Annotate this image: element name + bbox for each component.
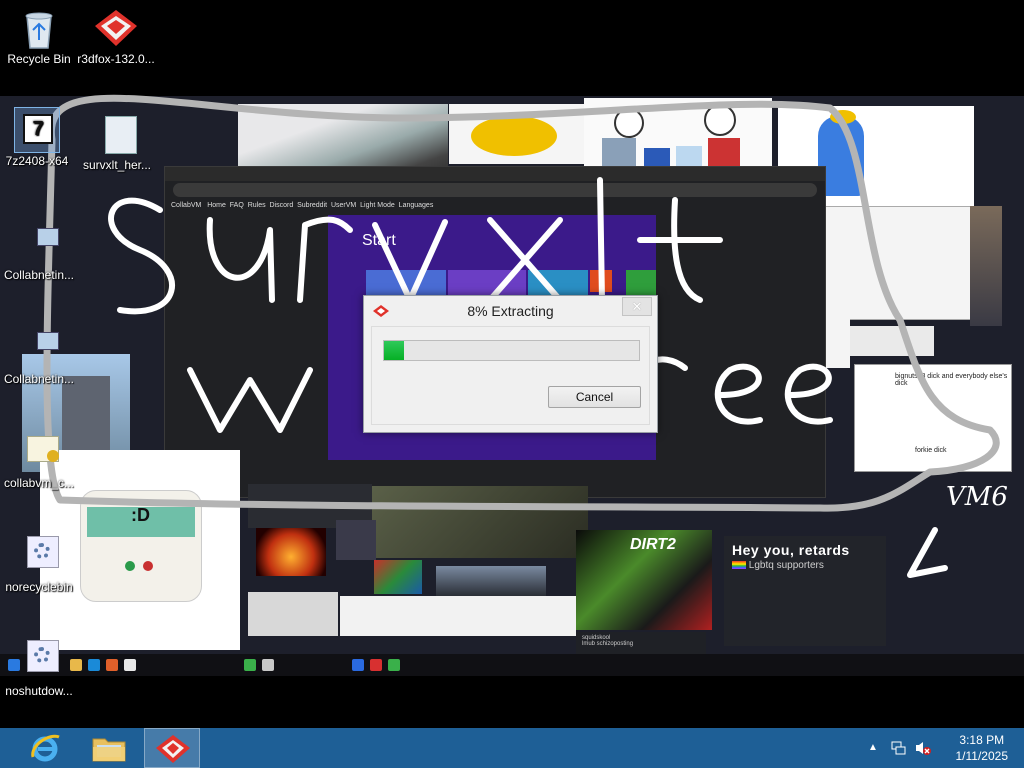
chat-message-text: lmub schizoposting: [582, 641, 634, 647]
calendar-tile: [448, 270, 526, 298]
parrot-image: [374, 560, 422, 594]
inner-app-icon: [352, 659, 364, 671]
wallpaper-icon-norecyclebin: norecyclebin: [0, 534, 79, 594]
progress-fill: [384, 341, 405, 360]
clock-time: 3:18 PM: [959, 733, 1005, 747]
menu-item-subreddit: Subreddit: [297, 202, 328, 209]
taskbar-internet-explorer-button[interactable]: [20, 728, 70, 768]
clock-date: 1/11/2025: [955, 749, 1009, 763]
poster-heading: Hey you, retards: [732, 542, 850, 558]
volume-muted-icon[interactable]: [914, 740, 932, 761]
folder-icon: [92, 738, 126, 762]
dialog-title: 8% Extracting: [467, 303, 554, 319]
rainbow-flag-icon: [732, 561, 746, 570]
poster-card: Hey you, retards Lgbtq supporters: [724, 536, 886, 646]
dirt2-game-cover-image: DIRT2: [576, 530, 712, 630]
taskbar-clock[interactable]: 3:18 PM 1/11/2025: [956, 732, 1009, 764]
inner-browser-address-bar: [173, 183, 817, 197]
phones-image: [248, 592, 338, 636]
7zip-icon: 7: [14, 107, 60, 153]
taskbar-file-explorer-button[interactable]: [84, 728, 134, 768]
wallpaper-icon-noshutdown: noshutdow...: [0, 638, 79, 698]
wallpaper-icon-collabnet-2: Collabnetin...: [0, 326, 79, 386]
desktop-icon-recycle-bin[interactable]: Recycle Bin: [0, 6, 79, 66]
desktop-icon-r3dfox[interactable]: r3dfox-132.0...: [76, 6, 156, 66]
mail-tile: [366, 270, 446, 298]
poster-subheading: Lgbtq supporters: [724, 558, 886, 573]
extracting-dialog[interactable]: 8% Extracting ✕ Cancel: [363, 295, 658, 433]
extract-progress-bar: [383, 340, 640, 361]
settings-gear-icon: [17, 534, 61, 578]
document-icon: [95, 112, 139, 156]
menu-item-uservm: UserVM: [330, 202, 357, 209]
cancel-button[interactable]: Cancel: [548, 386, 641, 408]
game-thumbnail-image: [336, 520, 376, 560]
inner-edge-icon: [88, 659, 100, 671]
wallpaper-icon-7zip: 7 7z2408-x64: [0, 107, 77, 168]
photos-tile: [528, 270, 588, 298]
network-computer-icon: [17, 326, 61, 370]
inner-vm-toolbar: [386, 466, 598, 480]
vehicle-photo-image: [372, 486, 588, 558]
inner-chrome-icon: [124, 659, 136, 671]
inner-app-icon: [370, 659, 382, 671]
wallpaper-icon-survxlt: survxlt_her...: [77, 112, 157, 172]
wallpaper-icon-collabvm-cert: collabvm_c...: [0, 430, 79, 490]
person-photo-image: [970, 206, 1002, 326]
recycle-bin-icon: [17, 6, 61, 50]
sports-car-image: [436, 566, 546, 596]
menu-item-home: Home: [207, 202, 226, 209]
menu-item-collabvm: CollabVM: [171, 202, 202, 209]
menu-item-rules: Rules: [247, 202, 266, 209]
menu-item-faq: FAQ: [229, 202, 244, 209]
internet-explorer-icon: [31, 734, 60, 762]
inner-app-icon: [388, 659, 400, 671]
yellow-face-image: [449, 104, 584, 164]
inner-window-strip: [850, 326, 934, 356]
inner-firefox-icon: [106, 659, 118, 671]
dialog-close-button[interactable]: ✕: [622, 297, 652, 316]
explosion-image: [256, 528, 326, 576]
network-icon[interactable]: [890, 740, 906, 761]
inner-screenshot-taskbar: [0, 654, 1024, 676]
inner-app-icon: [262, 659, 274, 671]
vm6-graffiti-label: VM6: [946, 482, 1008, 512]
r3dfox-icon: [156, 735, 190, 763]
dialog-titlebar[interactable]: 8% Extracting ✕: [364, 296, 657, 324]
dialog-body: Cancel: [371, 326, 650, 425]
website-screenshot: [340, 596, 576, 636]
network-computer-icon: [17, 222, 61, 266]
wallpaper-icon-collabnet-1: Collabnetin...: [0, 222, 79, 282]
certificate-icon: [17, 430, 61, 474]
settings-gear-icon: [17, 638, 61, 682]
inner-app-icon: [244, 659, 256, 671]
menu-item-discord: Discord: [269, 202, 294, 209]
inner-browser-menu: CollabVM Home FAQ Rules Discord Subreddi…: [165, 199, 825, 212]
menu-item-languages: Languages: [398, 202, 434, 209]
taskbar: ▲ 3:18 PM 1/11/2025: [0, 728, 1024, 768]
r3dfox-icon: [94, 6, 138, 50]
stick-drawing-image: bignuts78 dick and everybody else's dick…: [854, 364, 1012, 472]
taskbar-r3dfox-button[interactable]: [144, 728, 200, 768]
menu-item-light-mode: Light Mode: [360, 202, 395, 209]
start-screen-label: Start: [362, 232, 396, 249]
show-hidden-icons-chevron-icon[interactable]: ▲: [868, 742, 878, 753]
music-tile: [590, 270, 612, 292]
inner-browser-tabs: [165, 167, 825, 181]
